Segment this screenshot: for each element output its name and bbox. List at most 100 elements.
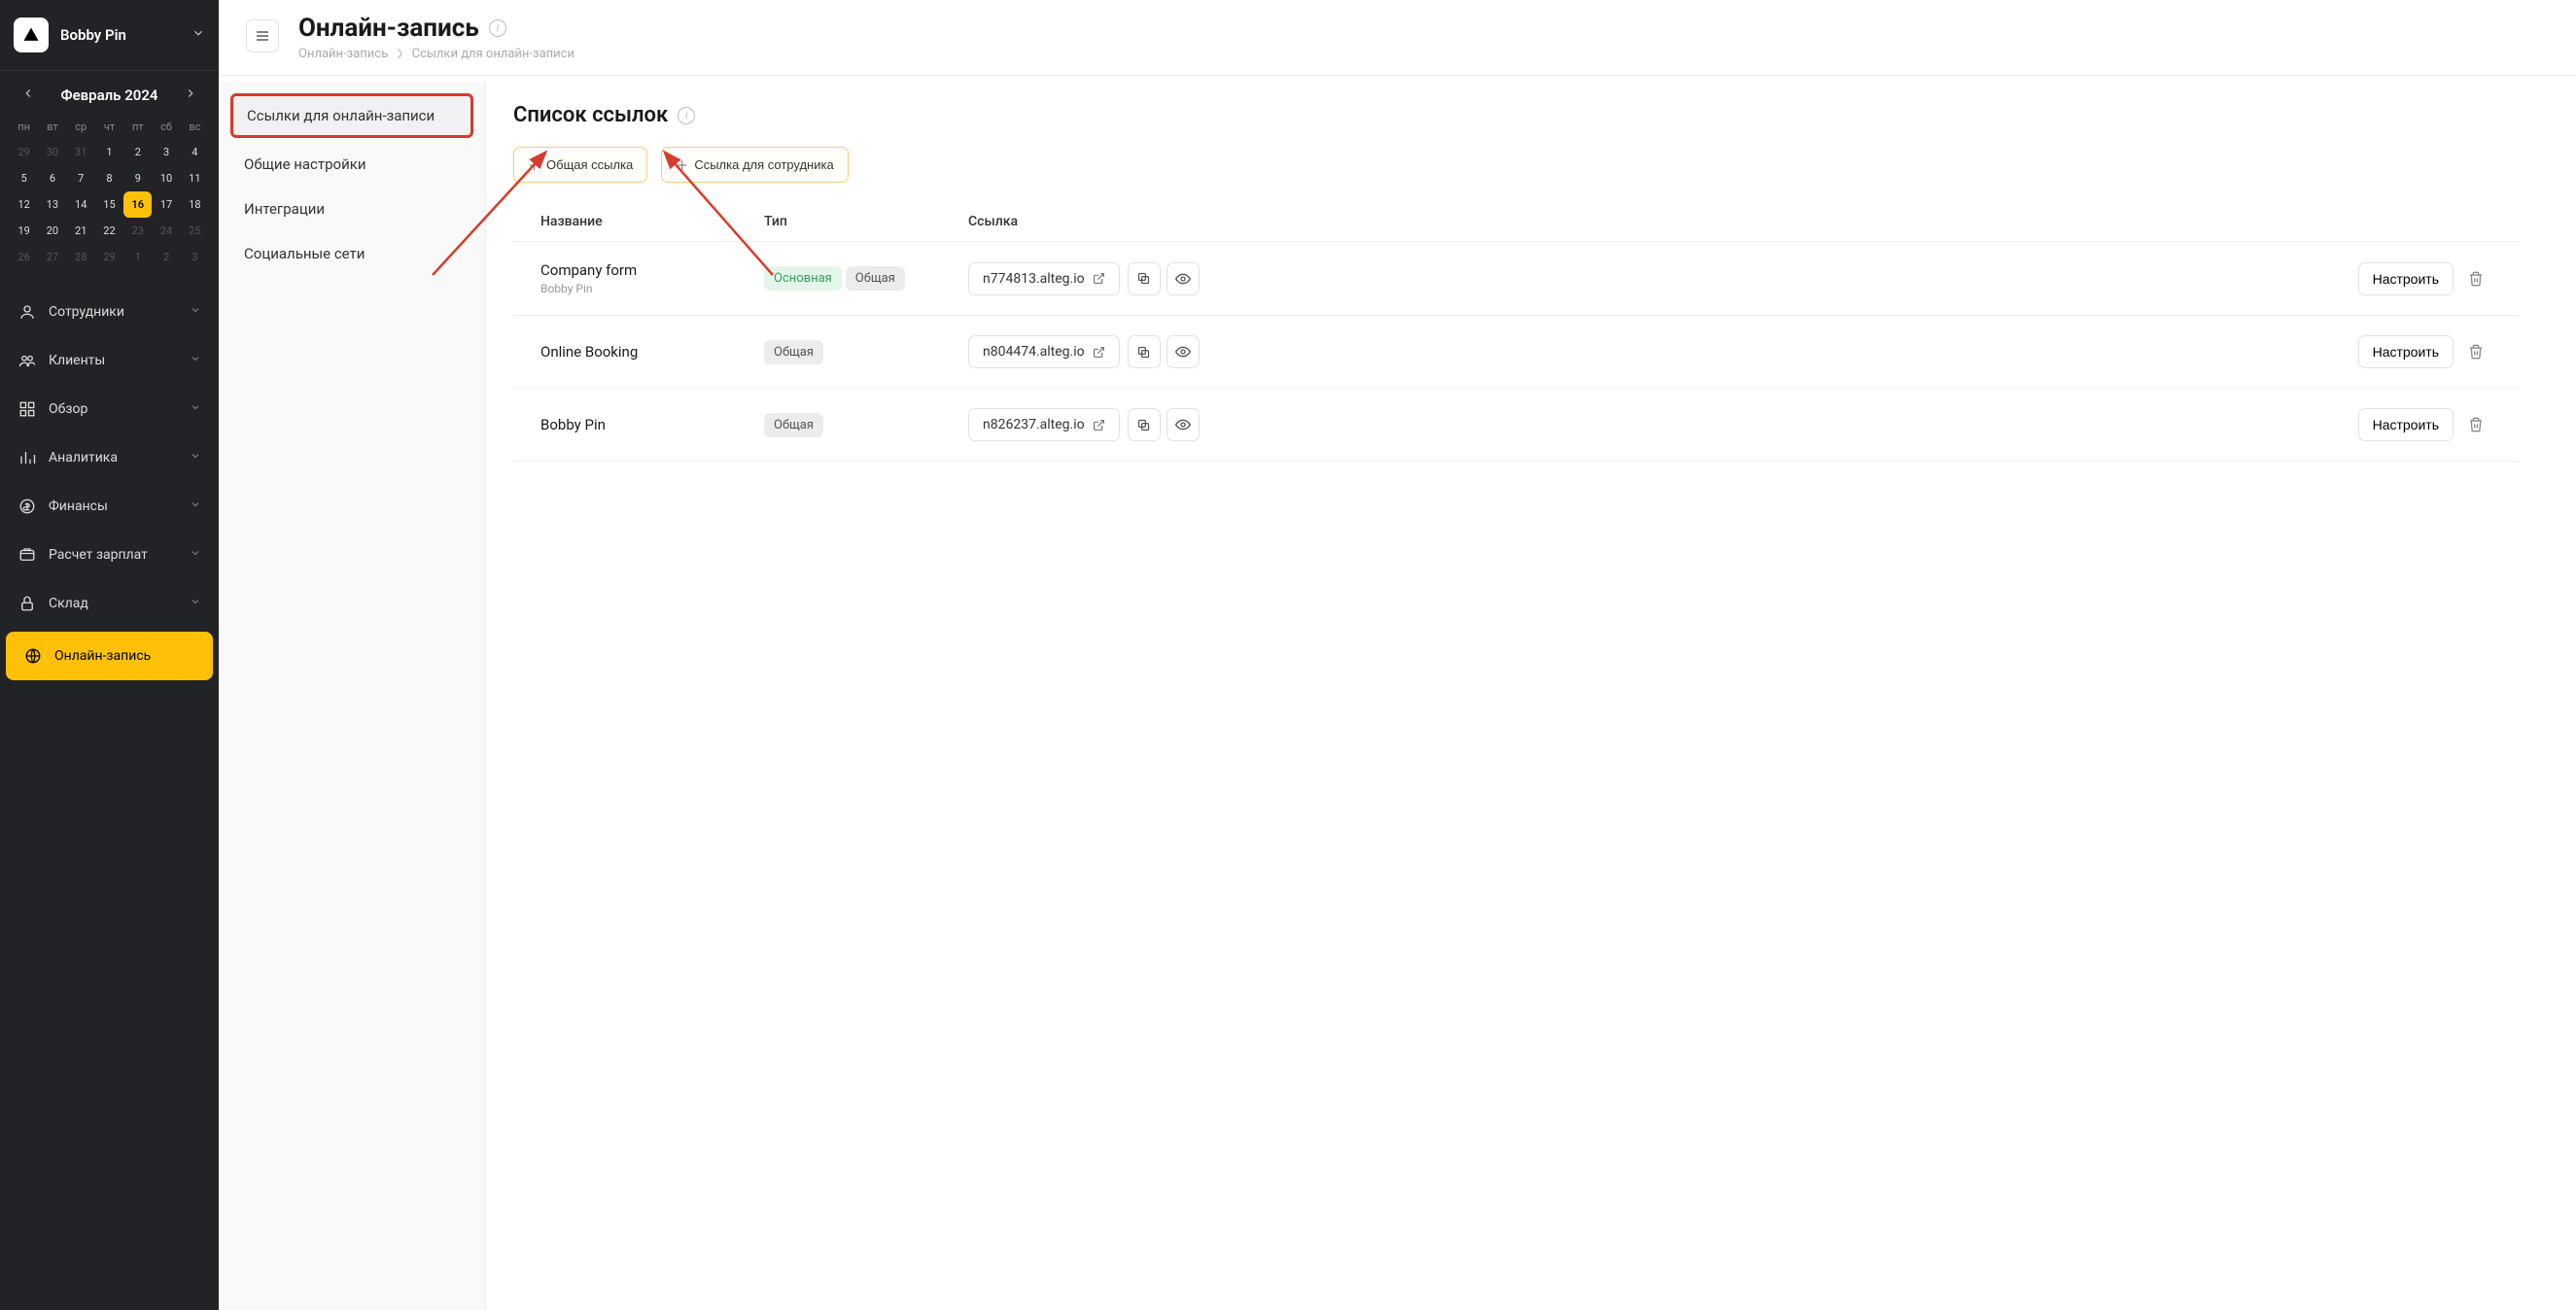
calendar-day[interactable]: 14 [67,191,95,218]
column-link: Ссылка [968,214,1260,229]
info-icon[interactable]: i [678,107,695,124]
subnav-item[interactable]: Общие настройки [219,142,485,187]
nav-item[interactable]: Расчет зарплат [0,531,219,579]
nav-item[interactable]: Онлайн-запись [6,632,213,680]
cell-actions: Настроить [1260,408,2492,441]
type-tag: Общая [764,340,823,364]
calendar-day[interactable]: 16 [123,191,152,218]
brand-name: Bobby Pin [60,26,191,44]
link-url-button[interactable]: n804474.alteg.io [968,335,1120,368]
nav-icon [17,449,37,466]
table-row: Company formBobby PinОсновнаяОбщаяn77481… [513,242,2520,316]
cell-link: n804474.alteg.io [968,335,1260,368]
table-header: Название Тип Ссылка [513,202,2520,242]
breadcrumb-item: Ссылки для онлайн-записи [412,47,574,61]
calendar-day[interactable]: 26 [10,244,38,270]
calendar-day[interactable]: 9 [123,165,152,191]
subnav-item[interactable]: Интеграции [219,187,485,231]
preview-button[interactable] [1166,408,1200,441]
nav-item[interactable]: Сотрудники [0,288,219,336]
calendar-day[interactable]: 21 [67,218,95,244]
link-name: Bobby Pin [540,416,764,433]
calendar-day[interactable]: 5 [10,165,38,191]
table-row: Online BookingОбщая n804474.alteg.io Настр… [513,316,2520,389]
link-url-button[interactable]: n826237.alteg.io [968,408,1120,441]
calendar-day[interactable]: 12 [10,191,38,218]
preview-button[interactable] [1166,335,1200,368]
subnav-item[interactable]: Социальные сети [219,231,485,276]
calendar-day[interactable]: 20 [38,218,66,244]
calendar-day[interactable]: 29 [10,139,38,165]
nav-item[interactable]: Финансы [0,482,219,531]
nav-label: Финансы [49,499,190,514]
calendar-day[interactable]: 8 [95,165,123,191]
calendar-day[interactable]: 1 [123,244,152,270]
external-link-icon [1093,419,1105,431]
calendar-day[interactable]: 23 [123,218,152,244]
page-header: Онлайн-запись i Онлайн-запись ❯ Ссылки д… [219,0,2576,76]
calendar-day[interactable]: 27 [38,244,66,270]
subnav-item[interactable]: Ссылки для онлайн-записи [230,93,473,138]
nav-item[interactable]: Клиенты [0,336,219,385]
calendar-day[interactable]: 30 [38,139,66,165]
section-title-text: Список ссылок [513,103,668,127]
delete-button[interactable] [2459,408,2492,441]
configure-button[interactable]: Настроить [2358,408,2454,441]
configure-button[interactable]: Настроить [2358,335,2454,368]
calendar-day[interactable]: 10 [152,165,180,191]
preview-button[interactable] [1166,262,1200,295]
cell-actions: Настроить [1260,262,2492,295]
add-employee-link-button[interactable]: ＋ Ссылка для сотрудника [661,147,848,183]
type-tag: Общая [764,413,823,437]
column-name: Название [540,214,764,229]
calendar-next-button[interactable] [180,83,201,107]
calendar-dow: сб [152,115,180,139]
breadcrumb-item[interactable]: Онлайн-запись [298,47,388,61]
nav-label: Обзор [49,401,190,417]
calendar-day[interactable]: 1 [95,139,123,165]
nav-item[interactable]: Склад [0,579,219,628]
calendar-day[interactable]: 2 [123,139,152,165]
cell-type: Общая [764,340,968,364]
link-url-button[interactable]: n774813.alteg.io [968,262,1120,295]
calendar-day[interactable]: 29 [95,244,123,270]
nav-icon [17,400,37,418]
calendar-day[interactable]: 11 [181,165,209,191]
nav-icon [17,352,37,369]
configure-button[interactable]: Настроить [2358,262,2454,295]
calendar-day[interactable]: 19 [10,218,38,244]
link-name: Online Booking [540,343,764,361]
calendar-day[interactable]: 15 [95,191,123,218]
calendar-day[interactable]: 13 [38,191,66,218]
calendar-day[interactable]: 2 [152,244,180,270]
nav-icon [17,498,37,515]
nav-icon [17,595,37,612]
copy-button[interactable] [1128,408,1161,441]
calendar-day[interactable]: 24 [152,218,180,244]
calendar-day[interactable]: 3 [152,139,180,165]
calendar-day[interactable]: 18 [181,191,209,218]
nav-item[interactable]: Обзор [0,385,219,433]
calendar-day[interactable]: 6 [38,165,66,191]
calendar-day[interactable]: 7 [67,165,95,191]
delete-button[interactable] [2459,262,2492,295]
brand-switcher[interactable]: Bobby Pin [0,0,219,71]
delete-button[interactable] [2459,335,2492,368]
menu-toggle-button[interactable] [246,19,279,52]
copy-button[interactable] [1128,262,1161,295]
nav-icon [23,647,43,665]
calendar-day[interactable]: 22 [95,218,123,244]
add-general-link-button[interactable]: ＋ Общая ссылка [513,147,647,183]
info-icon[interactable]: i [489,19,506,37]
calendar-day[interactable]: 17 [152,191,180,218]
calendar-day[interactable]: 31 [67,139,95,165]
calendar-day[interactable]: 25 [181,218,209,244]
copy-button[interactable] [1128,335,1161,368]
nav-icon [17,546,37,564]
cell-name: Company formBobby Pin [540,261,764,295]
calendar-day[interactable]: 3 [181,244,209,270]
calendar-day[interactable]: 28 [67,244,95,270]
nav-item[interactable]: Аналитика [0,433,219,482]
calendar-prev-button[interactable] [17,83,39,107]
calendar-day[interactable]: 4 [181,139,209,165]
